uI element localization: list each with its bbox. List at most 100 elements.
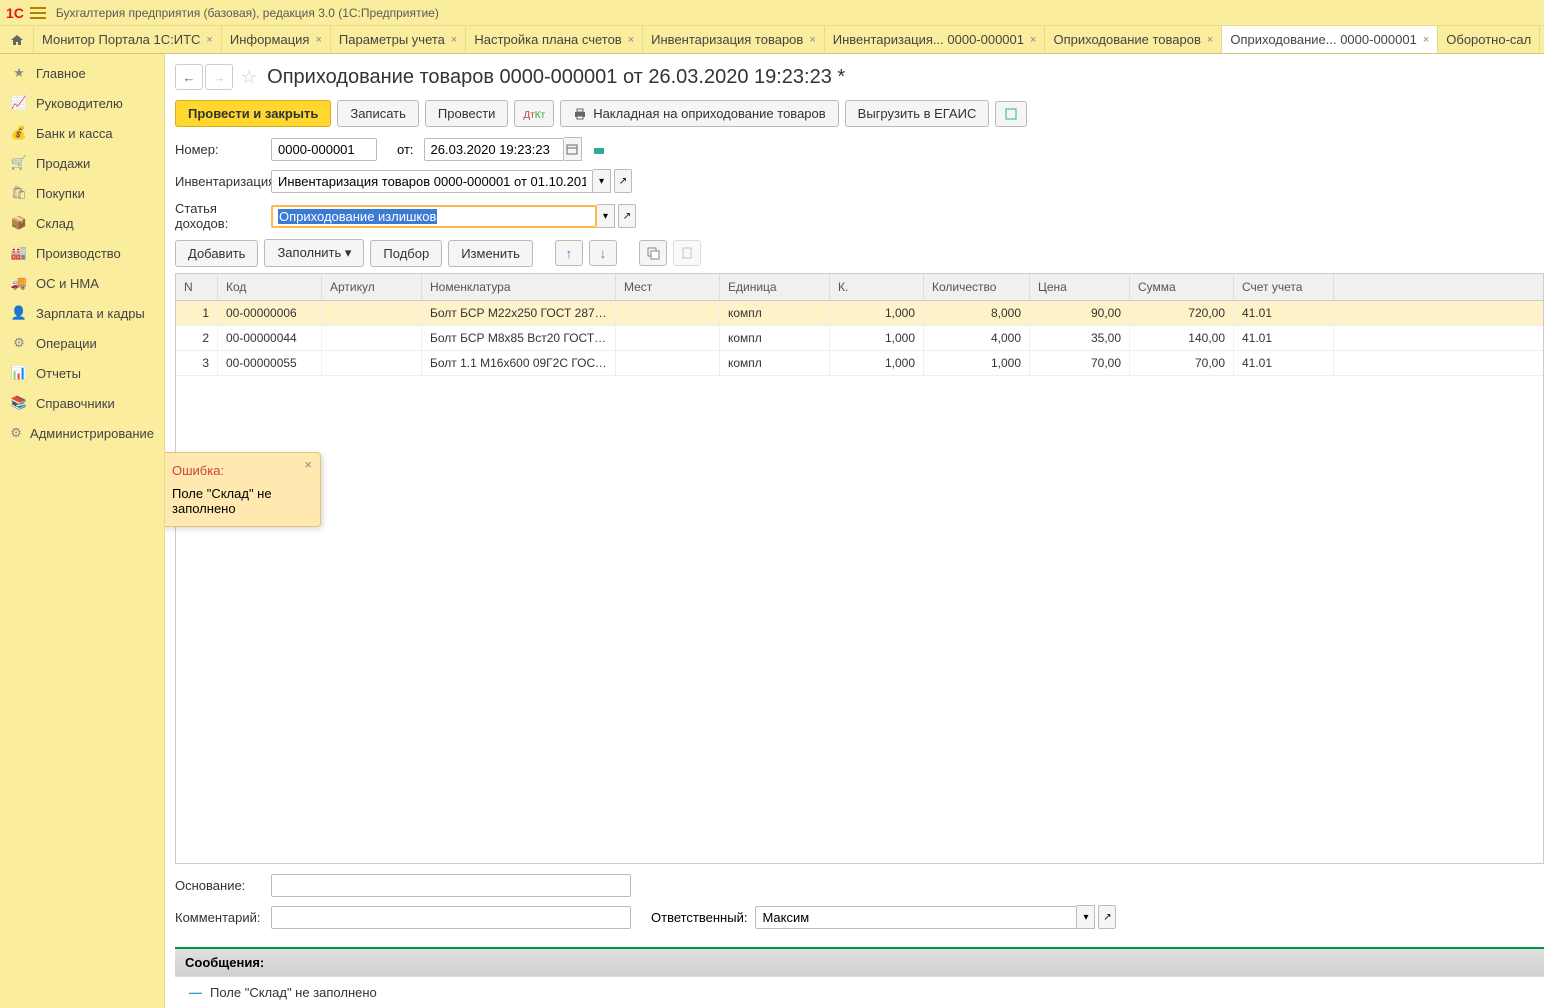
stamp-icon[interactable] (592, 142, 606, 156)
tab-8[interactable]: Оборотно-сал (1438, 26, 1540, 53)
forward-button[interactable]: → (205, 64, 233, 90)
income-row: Статья доходов: Оприходование излишков ▾… (175, 201, 1544, 231)
tab-close-icon[interactable]: × (809, 34, 815, 46)
print-invoice-button[interactable]: Накладная на оприходование товаров (560, 100, 838, 127)
move-up-button[interactable]: ↑ (555, 240, 583, 266)
table-row[interactable]: 300-00000055Болт 1.1 М16х600 09Г2С ГОСТ.… (176, 351, 1543, 376)
table-row[interactable]: 200-00000044Болт БСР М8х85 Вст20 ГОСТ ..… (176, 326, 1543, 351)
inventory-open[interactable]: ↗ (614, 169, 632, 193)
responsible-open[interactable]: ↗ (1098, 905, 1116, 929)
income-input[interactable]: Оприходование излишков (271, 205, 597, 228)
move-down-button[interactable]: ↓ (589, 240, 617, 266)
sidebar-item-3[interactable]: 🛒Продажи (0, 148, 164, 178)
date-input[interactable] (424, 138, 564, 161)
document-title: Оприходование товаров 0000-000001 от 26.… (267, 66, 845, 89)
sidebar-item-8[interactable]: 👤Зарплата и кадры (0, 298, 164, 328)
message-row[interactable]: — Поле "Склад" не заполнено (175, 976, 1544, 1008)
change-button[interactable]: Изменить (448, 240, 533, 267)
inventory-label: Инвентаризация: (175, 174, 271, 189)
number-row: Номер: от: (175, 137, 1544, 161)
col-art[interactable]: Артикул (322, 274, 422, 300)
post-and-close-button[interactable]: Провести и закрыть (175, 100, 331, 127)
tab-close-icon[interactable]: × (206, 34, 212, 46)
sidebar-item-6[interactable]: 🏭Производство (0, 238, 164, 268)
responsible-input[interactable] (755, 906, 1077, 929)
back-button[interactable]: ← (175, 64, 203, 90)
col-place[interactable]: Мест (616, 274, 720, 300)
sidebar-item-4[interactable]: 🛍Покупки (0, 178, 164, 208)
sidebar-icon: 🛍 (10, 185, 28, 201)
footer-fields: Основание: Комментарий: Ответственный: ▾… (175, 864, 1544, 947)
tab-0[interactable]: Монитор Портала 1С:ИТС× (34, 26, 222, 53)
table-row[interactable]: 100-00000006Болт БСР М22х250 ГОСТ 2877..… (176, 301, 1543, 326)
info-icon: — (189, 985, 202, 1000)
paste-button[interactable] (673, 240, 701, 266)
tab-7[interactable]: Оприходование... 0000-000001× (1222, 26, 1438, 53)
add-button[interactable]: Добавить (175, 240, 258, 267)
tab-6[interactable]: Оприходование товаров× (1045, 26, 1222, 53)
responsible-dropdown[interactable]: ▾ (1077, 905, 1095, 929)
income-dropdown[interactable]: ▾ (597, 204, 615, 228)
sidebar-item-7[interactable]: 🚚ОС и НМА (0, 268, 164, 298)
tab-4[interactable]: Инвентаризация товаров× (643, 26, 825, 53)
tab-close-icon[interactable]: × (1030, 34, 1036, 46)
col-code[interactable]: Код (218, 274, 322, 300)
tab-close-icon[interactable]: × (315, 34, 321, 46)
tab-close-icon[interactable]: × (451, 34, 457, 46)
sidebar-item-1[interactable]: 📈Руководителю (0, 88, 164, 118)
col-k[interactable]: К. (830, 274, 924, 300)
save-button[interactable]: Записать (337, 100, 419, 127)
income-label: Статья доходов: (175, 201, 271, 231)
sidebar-item-9[interactable]: ⚙Операции (0, 328, 164, 358)
calendar-icon (566, 143, 578, 155)
col-nom[interactable]: Номенклатура (422, 274, 616, 300)
main-content: ← → ☆ Оприходование товаров 0000-000001 … (165, 54, 1544, 1008)
basis-input[interactable] (271, 874, 631, 897)
copy-button[interactable] (639, 240, 667, 266)
sidebar-icon: 📦 (10, 215, 28, 231)
inventory-dropdown[interactable]: ▾ (593, 169, 611, 193)
date-label: от: (397, 142, 414, 157)
tab-close-icon[interactable]: × (1207, 34, 1213, 46)
comment-input[interactable] (271, 906, 631, 929)
sidebar-icon: 🏭 (10, 245, 28, 261)
debit-credit-button[interactable]: ДтКт (514, 100, 554, 127)
error-close-icon[interactable]: × (304, 457, 312, 472)
sidebar-icon: 📈 (10, 95, 28, 111)
number-input[interactable] (271, 138, 377, 161)
attach-button[interactable] (995, 101, 1027, 127)
calendar-button[interactable] (564, 137, 582, 161)
printer-icon (573, 108, 587, 120)
sidebar: ★Главное📈Руководителю💰Банк и касса🛒Прода… (0, 54, 165, 1008)
sidebar-item-0[interactable]: ★Главное (0, 58, 164, 88)
tab-5[interactable]: Инвентаризация... 0000-000001× (825, 26, 1046, 53)
col-qty[interactable]: Количество (924, 274, 1030, 300)
fill-button[interactable]: Заполнить ▾ (264, 239, 364, 267)
tabs-bar: Монитор Портала 1С:ИТС×Информация×Параме… (0, 26, 1544, 54)
tab-2[interactable]: Параметры учета× (331, 26, 466, 53)
egais-button[interactable]: Выгрузить в ЕГАИС (845, 100, 990, 127)
main-menu-icon[interactable] (30, 7, 46, 19)
inventory-ref: ▾ ↗ (271, 169, 632, 193)
tab-1[interactable]: Информация× (222, 26, 331, 53)
col-sum[interactable]: Сумма (1130, 274, 1234, 300)
sidebar-icon: ⚙ (10, 335, 28, 351)
sidebar-item-10[interactable]: 📊Отчеты (0, 358, 164, 388)
inventory-input[interactable] (271, 170, 593, 193)
sidebar-item-12[interactable]: ⚙Администрирование (0, 418, 164, 448)
favorite-icon[interactable]: ☆ (241, 67, 257, 88)
col-unit[interactable]: Единица (720, 274, 830, 300)
tab-close-icon[interactable]: × (628, 34, 634, 46)
income-open[interactable]: ↗ (618, 204, 636, 228)
select-button[interactable]: Подбор (370, 240, 442, 267)
col-n[interactable]: N (176, 274, 218, 300)
home-tab[interactable] (0, 26, 34, 53)
tab-3[interactable]: Настройка плана счетов× (466, 26, 643, 53)
sidebar-item-11[interactable]: 📚Справочники (0, 388, 164, 418)
col-acc[interactable]: Счет учета (1234, 274, 1334, 300)
post-button[interactable]: Провести (425, 100, 509, 127)
sidebar-item-2[interactable]: 💰Банк и касса (0, 118, 164, 148)
col-price[interactable]: Цена (1030, 274, 1130, 300)
tab-close-icon[interactable]: × (1423, 34, 1429, 46)
sidebar-item-5[interactable]: 📦Склад (0, 208, 164, 238)
